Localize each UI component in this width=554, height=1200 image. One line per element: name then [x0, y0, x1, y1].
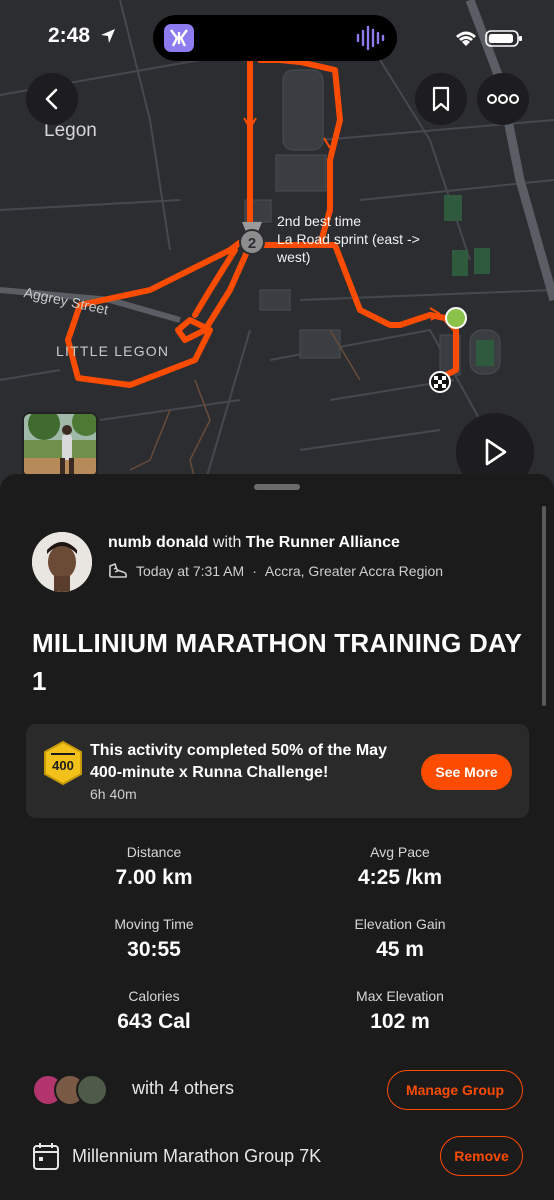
manage-group-button[interactable]: Manage Group: [387, 1070, 523, 1110]
dynamic-island[interactable]: [153, 15, 397, 61]
bookmark-button[interactable]: [415, 73, 467, 125]
segment-callout[interactable]: 2nd best time La Road sprint (east -> we…: [277, 212, 457, 266]
see-more-button[interactable]: See More: [421, 754, 512, 790]
challenge-badge-text: 400: [52, 758, 74, 773]
stat-value: 30:55: [127, 938, 181, 961]
group-avatars[interactable]: [32, 1074, 122, 1106]
segment-rank: 2: [248, 235, 256, 252]
activity-timestamp: Today at 7:31 AM: [136, 563, 245, 579]
athlete-line: numb donald with The Runner Alliance: [108, 534, 400, 552]
route-name[interactable]: Millennium Marathon Group 7K: [72, 1146, 321, 1167]
scroll-indicator: [542, 506, 546, 706]
play-icon: [485, 438, 507, 466]
stat-max-elevation: Max Elevation 102 m: [300, 988, 500, 1034]
segment-name-line1: La Road sprint (east ->: [277, 231, 420, 247]
back-button[interactable]: [26, 73, 78, 125]
calendar-icon: [33, 1143, 59, 1170]
stat-avg-pace: Avg Pace 4:25 /km: [300, 844, 500, 890]
challenge-time: 6h 40m: [90, 786, 137, 802]
club-name[interactable]: The Runner Alliance: [246, 534, 400, 551]
sheet-grabber[interactable]: [254, 484, 300, 490]
more-options-button[interactable]: [477, 73, 529, 125]
stat-elevation-gain: Elevation Gain 45 m: [300, 916, 500, 962]
stat-label: Avg Pace: [370, 844, 430, 860]
bookmark-icon: [432, 86, 450, 112]
stat-value: 45 m: [376, 938, 424, 961]
stat-value: 4:25 /km: [357, 866, 443, 889]
stat-label: Calories: [128, 988, 180, 1004]
stat-moving-time: Moving Time 30:55: [54, 916, 254, 962]
stat-label: Moving Time: [114, 916, 194, 932]
wifi-icon: [456, 31, 476, 46]
location-arrow-icon: [101, 29, 115, 43]
chevron-left-icon: [45, 88, 58, 110]
stat-calories: Calories 643 Cal: [54, 988, 254, 1034]
challenge-badge-icon: 400: [44, 740, 82, 786]
segment-name-line2: west): [277, 249, 311, 265]
stat-label: Elevation Gain: [354, 916, 446, 932]
now-playing-app-icon: [164, 24, 194, 52]
segment-achievement: 2nd best time: [277, 213, 362, 229]
stat-label: Max Elevation: [356, 988, 444, 1004]
status-bar: 2:48: [0, 0, 554, 70]
wifi-battery-icons: [456, 30, 522, 47]
remove-button[interactable]: Remove: [440, 1136, 523, 1176]
audio-waveform-icon: [356, 25, 385, 51]
activity-details-sheet[interactable]: numb donald with The Runner Alliance Tod…: [0, 474, 554, 1200]
map-label-little-legon: LITTLE LEGON: [56, 343, 170, 359]
activity-photo-thumbnail[interactable]: [22, 412, 98, 478]
challenge-card[interactable]: 400 This activity completed 50% of the M…: [26, 724, 529, 818]
meta-separator: ·: [252, 563, 257, 579]
stat-label: Distance: [126, 844, 182, 860]
stat-value: 7.00 km: [115, 866, 193, 889]
group-row: with 4 others Manage Group: [0, 1066, 554, 1114]
segment-medal-icon[interactable]: 2: [236, 220, 268, 256]
with-text: with: [212, 534, 242, 551]
ellipsis-icon: [487, 94, 519, 104]
stat-value: 643 Cal: [117, 1010, 191, 1033]
activity-title: MILLINIUM MARATHON TRAINING DAY 1: [32, 628, 522, 696]
challenge-description: This activity completed 50% of the May 4…: [90, 742, 387, 781]
status-time: 2:48: [48, 24, 91, 47]
running-shoe-icon: [108, 563, 127, 578]
group-text: with 4 others: [132, 1078, 235, 1098]
battery-icon: [485, 30, 522, 47]
activity-meta: Today at 7:31 AM · Accra, Greater Accra …: [108, 562, 443, 580]
athlete-avatar[interactable]: [32, 532, 92, 592]
stat-value: 102 m: [370, 1010, 430, 1033]
athlete-name[interactable]: numb donald: [108, 534, 208, 551]
group-member-avatar: [76, 1074, 108, 1106]
activity-location: Accra, Greater Accra Region: [264, 563, 444, 579]
route-row: Millennium Marathon Group 7K Remove: [0, 1134, 554, 1178]
activity-map[interactable]: Legon Aggrey Street LITTLE LEGON 2 2nd b…: [0, 0, 554, 500]
stat-distance: Distance 7.00 km: [54, 844, 254, 890]
